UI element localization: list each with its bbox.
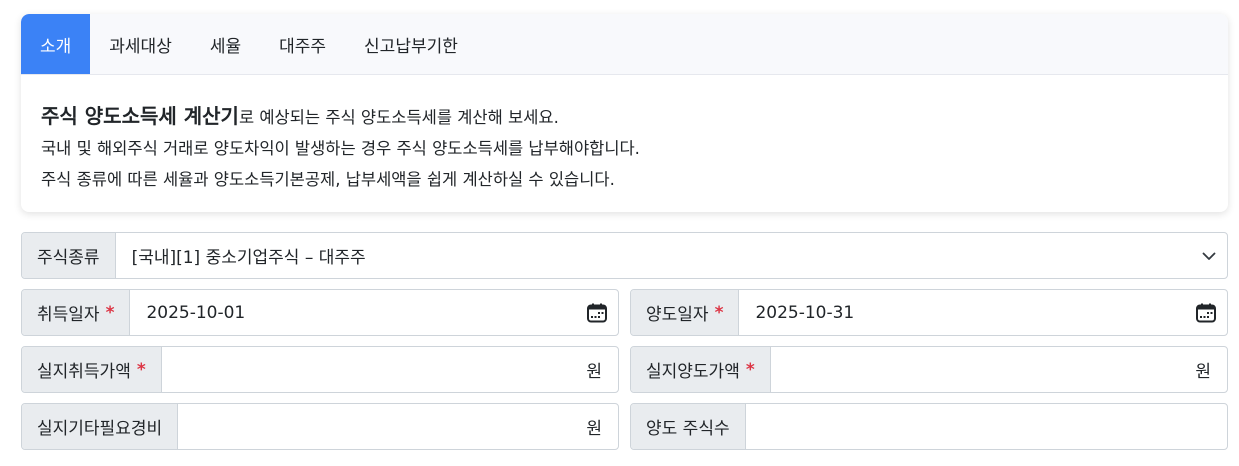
- acquisition-date-field[interactable]: 취득일자 * 2025-10-01: [21, 289, 619, 336]
- stock-type-row: 주식종류 [국내][1] 중소기업주식 – 대주주: [21, 232, 1228, 279]
- transfer-date-label: 양도일자 *: [631, 290, 740, 335]
- intro-text: 주식 양도소득세 계산기로 예상되는 주식 양도소득세를 계산해 보세요. 국내…: [21, 75, 1228, 195]
- acquisition-price-field[interactable]: 실지취득가액 * 원: [21, 346, 619, 393]
- acquisition-date-label: 취득일자 *: [22, 290, 131, 335]
- tab-filing-deadline[interactable]: 신고납부기한: [345, 14, 477, 74]
- intro-line-1: 주식 양도소득세 계산기로 예상되는 주식 양도소득세를 계산해 보세요.: [41, 101, 1228, 133]
- intro-title: 주식 양도소득세 계산기: [41, 104, 239, 128]
- tab-taxable[interactable]: 과세대상: [90, 14, 191, 74]
- intro-line-2: 국내 및 해외주식 거래로 양도차익이 발생하는 경우 주식 양도소득세를 납부…: [41, 139, 640, 158]
- acquisition-date-value: 2025-10-01: [146, 302, 246, 323]
- other-expenses-input[interactable]: 원: [178, 404, 618, 449]
- acquisition-price-label: 실지취득가액 *: [22, 347, 162, 392]
- shares-label: 양도 주식수: [631, 404, 746, 449]
- transfer-date-input[interactable]: 2025-10-31: [739, 290, 1227, 335]
- transfer-price-field[interactable]: 실지양도가액 * 원: [630, 346, 1228, 393]
- acquisition-date-input[interactable]: 2025-10-01: [130, 290, 618, 335]
- stock-type-label: 주식종류: [22, 233, 116, 278]
- other-expenses-field[interactable]: 실지기타필요경비 원: [21, 403, 619, 450]
- required-mark: *: [745, 359, 755, 380]
- tab-tax-rate[interactable]: 세율: [191, 14, 260, 74]
- acquisition-price-input[interactable]: 원: [162, 347, 618, 392]
- stock-type-select[interactable]: 주식종류 [국내][1] 중소기업주식 – 대주주: [21, 232, 1228, 279]
- other-expenses-label: 실지기타필요경비: [22, 404, 179, 449]
- calendar-icon[interactable]: [1195, 302, 1217, 324]
- transfer-date-field[interactable]: 양도일자 * 2025-10-31: [630, 289, 1228, 336]
- shares-input[interactable]: [746, 404, 1227, 449]
- expense-row: 실지기타필요경비 원 양도 주식수: [21, 403, 1228, 450]
- required-mark: *: [105, 302, 115, 323]
- price-row: 실지취득가액 * 원 실지양도가액 * 원: [21, 346, 1228, 393]
- stock-type-value-box[interactable]: [국내][1] 중소기업주식 – 대주주: [116, 233, 1227, 278]
- intro-line-3: 주식 종류에 따른 세율과 양도소득기본공제, 납부세액을 쉽게 계산하실 수 …: [41, 170, 615, 189]
- shares-field[interactable]: 양도 주식수: [630, 403, 1228, 450]
- date-row: 취득일자 * 2025-10-01 양도일자 * 2025-10-31: [21, 289, 1228, 336]
- required-mark: *: [136, 359, 146, 380]
- transfer-date-value: 2025-10-31: [755, 302, 855, 323]
- required-mark: *: [714, 302, 724, 323]
- won-unit: 원: [586, 419, 602, 439]
- chevron-down-icon: [1201, 248, 1217, 264]
- tab-intro[interactable]: 소개: [21, 14, 91, 74]
- transfer-price-input[interactable]: 원: [771, 347, 1227, 392]
- intro-title-suffix: 로 예상되는 주식 양도소득세를 계산해 보세요.: [238, 108, 559, 127]
- won-unit: 원: [1195, 362, 1211, 382]
- tab-major-shareholder[interactable]: 대주주: [260, 14, 345, 74]
- intro-card: 소개 과세대상 세율 대주주 신고납부기한 주식 양도소득세 계산기로 예상되는…: [21, 14, 1228, 212]
- won-unit: 원: [586, 362, 602, 382]
- tab-bar: 소개 과세대상 세율 대주주 신고납부기한: [21, 14, 1228, 75]
- stock-type-value: [국내][1] 중소기업주식 – 대주주: [131, 248, 366, 268]
- calendar-icon[interactable]: [586, 302, 608, 324]
- transfer-price-label: 실지양도가액 *: [631, 347, 771, 392]
